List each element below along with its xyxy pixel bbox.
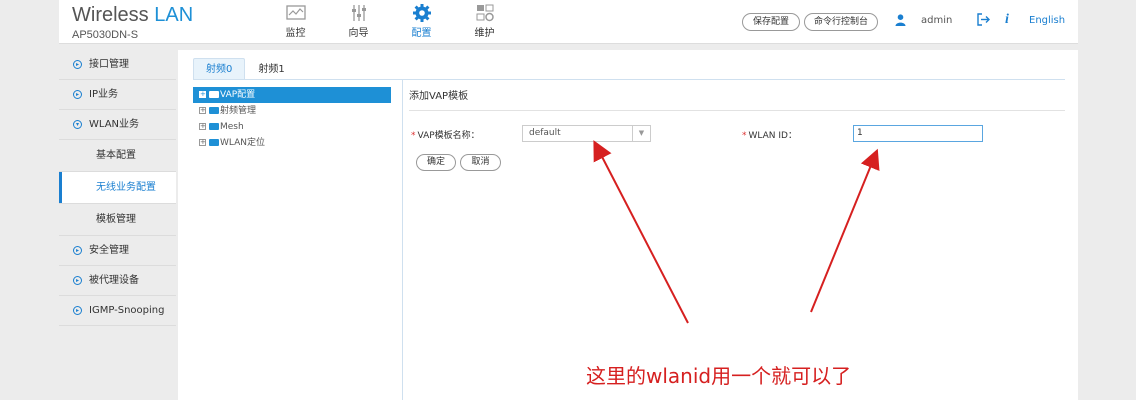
arrow-to-wlan-id [810,148,880,313]
arrow-to-vap-field [593,140,689,324]
annotation-arrows [593,140,880,324]
annotation-note: 这里的wlanid用一个就可以了 [586,364,852,388]
